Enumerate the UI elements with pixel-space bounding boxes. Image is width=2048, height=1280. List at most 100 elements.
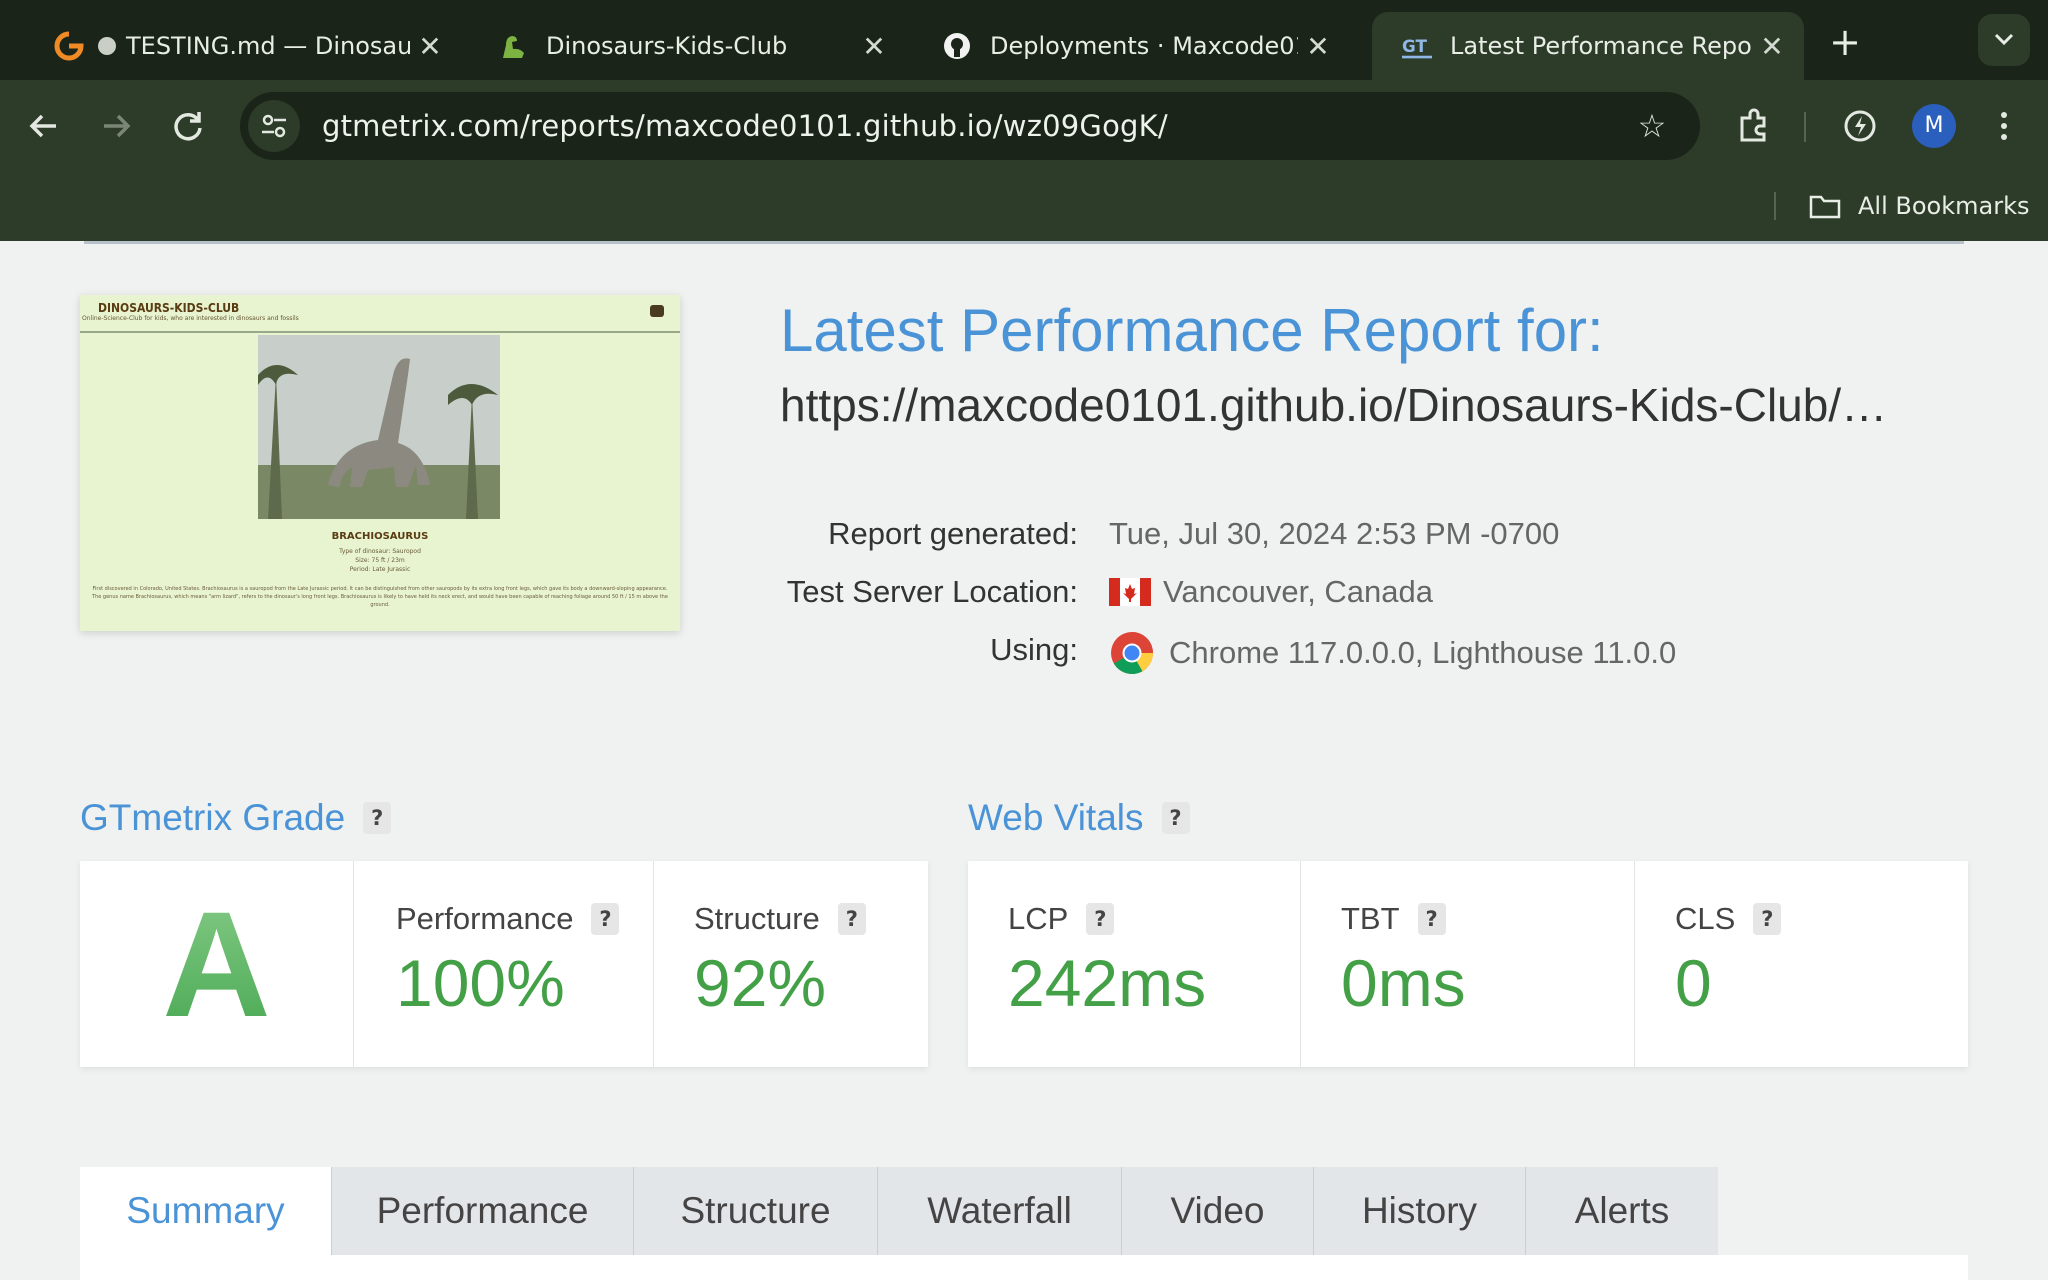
close-tab-icon[interactable]: ✕ [1752, 30, 1792, 63]
tab-video[interactable]: Video [1122, 1167, 1314, 1255]
tab-alerts[interactable]: Alerts [1526, 1167, 1718, 1255]
all-bookmarks-button[interactable]: All Bookmarks [1808, 186, 2029, 226]
report-target-url[interactable]: https://maxcode0101.github.io/Dinosaurs-… [780, 378, 1970, 432]
report-tabs: Summary Performance Structure Waterfall … [80, 1167, 1718, 1255]
lightning-icon [1844, 110, 1876, 142]
site-info-button[interactable] [248, 100, 300, 152]
thumb-subtitle: Online-Science-Club for kids, who are in… [82, 315, 299, 322]
browser-tab-dinosaurs[interactable]: Dinosaurs-Kids-Club ✕ [468, 12, 906, 80]
tab-title: Deployments · Maxcode0101 [990, 32, 1298, 60]
gitbook-icon [54, 31, 84, 61]
cls-label-text: CLS [1675, 901, 1736, 936]
structure-help-icon[interactable]: ? [837, 903, 866, 935]
reload-icon [174, 112, 202, 141]
browser-toolbar: gtmetrix.com/reports/maxcode0101.github.… [0, 80, 2048, 172]
close-tab-icon[interactable]: ✕ [410, 30, 450, 63]
puzzle-icon [1740, 108, 1766, 142]
using-label: Using: [990, 632, 1078, 667]
page-title: Latest Performance Report for: [780, 297, 1604, 364]
chrome-icon [1111, 632, 1153, 675]
close-tab-icon[interactable]: ✕ [854, 30, 894, 63]
tab-structure[interactable]: Structure [634, 1167, 878, 1255]
structure-label-text: Structure [694, 901, 820, 936]
lcp-label-text: LCP [1008, 901, 1069, 936]
thumb-brand: DINOSAURS-KIDS-CLUB [98, 301, 240, 315]
thumb-dino-name: BRACHIOSAURUS [331, 531, 429, 542]
thumb-header: DINOSAURS-KIDS-CLUB [80, 295, 680, 333]
arrow-right-icon [104, 114, 131, 138]
extensions-button[interactable] [1730, 102, 1778, 150]
address-bar[interactable]: gtmetrix.com/reports/maxcode0101.github.… [240, 92, 1700, 160]
bookmark-star-icon[interactable]: ☆ [1626, 107, 1678, 145]
cls-metric-label: CLS ? [1675, 901, 1782, 937]
back-button[interactable] [20, 102, 68, 150]
close-tab-icon[interactable]: ✕ [1298, 30, 1338, 63]
vitals-help-icon[interactable]: ? [1161, 802, 1190, 834]
tbt-cell: TBT ? 0ms [1301, 861, 1635, 1067]
tab-summary[interactable]: Summary [80, 1167, 332, 1255]
using-value: Chrome 117.0.0.0, Lighthouse 11.0.0 [1109, 630, 1676, 676]
tab-title: Latest Performance Report [1450, 32, 1752, 60]
tab-search-button[interactable] [1978, 14, 2030, 66]
cls-value: 0 [1675, 946, 1712, 1020]
browser-tab-testing[interactable]: TESTING.md — Dinosaurs-Kids-Club ✕ [24, 12, 462, 80]
profile-avatar[interactable]: M [1912, 104, 1956, 148]
lcp-help-icon[interactable]: ? [1086, 903, 1115, 935]
cls-help-icon[interactable]: ? [1753, 903, 1782, 935]
thumb-fact-line: Size: 75 ft / 23m [355, 557, 405, 564]
bookmarks-divider [1774, 192, 1776, 220]
structure-metric-label: Structure ? [694, 901, 866, 937]
structure-score: 92% [694, 946, 827, 1020]
performance-cell: Performance ? 100% [354, 861, 654, 1067]
location-label: Test Server Location: [786, 574, 1078, 609]
performance-metric-label: Performance ? [396, 901, 620, 937]
grade-cell: A [80, 861, 354, 1067]
tab-performance[interactable]: Performance [332, 1167, 634, 1255]
tab-title: Dinosaurs-Kids-Club [546, 32, 788, 60]
grade-help-icon[interactable]: ? [363, 802, 392, 834]
browser-tab-gtmetrix[interactable]: GT Latest Performance Report ✕ [1372, 12, 1804, 80]
url-text[interactable]: gtmetrix.com/reports/maxcode0101.github.… [322, 109, 1626, 143]
performance-extension-button[interactable] [1836, 102, 1884, 150]
chevron-down-icon [1994, 33, 2014, 46]
reload-button[interactable] [164, 102, 212, 150]
performance-help-icon[interactable]: ? [591, 903, 620, 935]
svg-text:GT: GT [1402, 36, 1427, 56]
lcp-value: 242ms [1008, 946, 1207, 1020]
tab-title: TESTING.md — Dinosaurs-Kids-Club [126, 32, 410, 60]
gtmetrix-icon: GT [1402, 31, 1432, 61]
web-vitals-heading: Web Vitals ? [968, 797, 1190, 839]
browser-tab-deployments[interactable]: Deployments · Maxcode0101 ✕ [912, 12, 1350, 80]
dinosaur-icon [498, 31, 528, 61]
thumb-paragraph: First discovered in Colorado, United Sta… [92, 586, 668, 608]
gtmetrix-grade-heading: GTmetrix Grade ? [80, 797, 392, 839]
thumb-facts: Type of dinosaur: Sauropod Size: 75 ft /… [80, 547, 680, 574]
web-vitals-card: LCP ? 242ms TBT ? 0ms CLS ? 0 [968, 861, 1968, 1067]
lcp-metric-label: LCP ? [1008, 901, 1115, 937]
kebab-menu-icon [2001, 112, 2007, 140]
new-tab-button[interactable]: + [1820, 18, 1870, 68]
tbt-metric-label: TBT ? [1341, 901, 1446, 937]
browser-menu-button[interactable] [1980, 102, 2028, 150]
structure-cell: Structure ? 92% [654, 861, 928, 1067]
gtmetrix-grade-card: A Performance ? 100% Structure ? 92% [80, 861, 928, 1067]
dinosaur-image [258, 335, 500, 519]
tab-waterfall[interactable]: Waterfall [878, 1167, 1122, 1255]
github-icon [942, 31, 972, 61]
browser-chrome: TESTING.md — Dinosaurs-Kids-Club ✕ Dinos… [0, 0, 2048, 241]
unsaved-dot-icon [98, 37, 116, 55]
web-vitals-title: Web Vitals [968, 797, 1144, 838]
tbt-help-icon[interactable]: ? [1417, 903, 1446, 935]
all-bookmarks-label: All Bookmarks [1858, 192, 2030, 220]
forward-button[interactable] [92, 102, 140, 150]
generated-value-text: Tue, Jul 30, 2024 2:53 PM -0700 [1109, 516, 1560, 551]
bookmarks-bar: All Bookmarks [0, 172, 2048, 241]
thumb-fact-line: Type of dinosaur: Sauropod [339, 548, 421, 555]
tab-history[interactable]: History [1314, 1167, 1526, 1255]
header-divider [84, 241, 1964, 244]
location-value: Vancouver, Canada [1109, 574, 1433, 610]
cls-cell: CLS ? 0 [1635, 861, 1968, 1067]
report-page: DINOSAURS-KIDS-CLUB Online-Science-Club … [0, 241, 2048, 1280]
site-screenshot-thumbnail[interactable]: DINOSAURS-KIDS-CLUB Online-Science-Club … [80, 295, 680, 631]
folder-icon [1809, 195, 1841, 219]
